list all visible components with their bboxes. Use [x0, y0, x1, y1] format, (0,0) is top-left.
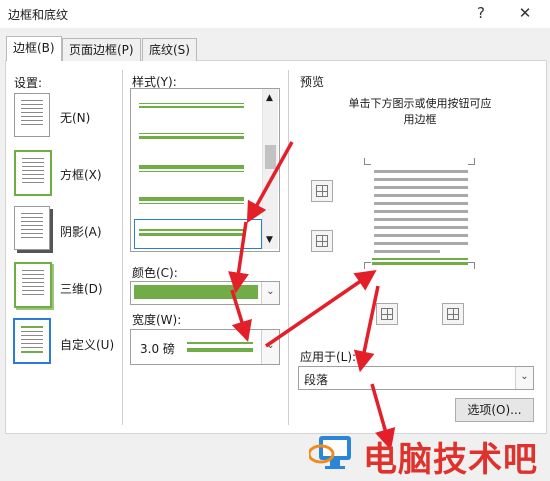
arrow-to-preview — [265, 270, 377, 348]
arrow-to-style — [246, 141, 294, 224]
computer-logo-icon — [309, 436, 351, 469]
watermark: 电脑技术吧 — [305, 428, 550, 480]
arrow-to-width — [230, 289, 252, 343]
annotation-arrows — [228, 141, 396, 451]
arrow-to-apply-to — [353, 285, 380, 373]
arrow-to-color — [228, 221, 249, 294]
watermark-text: 电脑技术吧 — [363, 440, 538, 480]
